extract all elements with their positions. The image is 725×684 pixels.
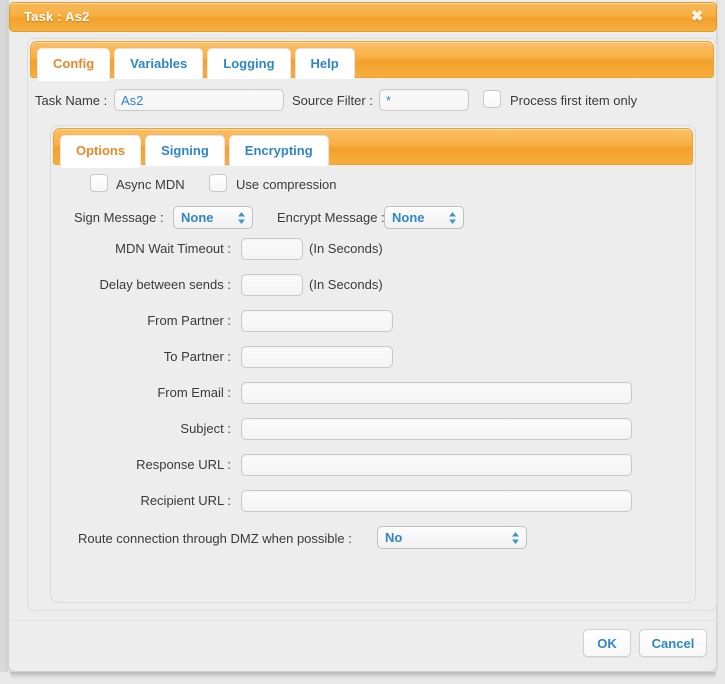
- tab-encrypting[interactable]: Encrypting: [228, 135, 329, 166]
- to-partner-input[interactable]: [241, 346, 393, 368]
- recipient-url-input[interactable]: [241, 490, 632, 512]
- sign-message-select[interactable]: None: [173, 206, 253, 229]
- tab-config[interactable]: Config: [37, 48, 111, 81]
- use-compression-label: Use compression: [236, 177, 337, 192]
- from-partner-label: From Partner :: [147, 313, 231, 328]
- window-left-edge: [0, 0, 8, 672]
- process-first-item-label: Process first item only: [510, 93, 638, 108]
- delay-between-sends-suffix: (In Seconds): [309, 277, 383, 292]
- tab-signing-label: Signing: [161, 143, 209, 158]
- from-partner-row: From Partner :: [51, 310, 697, 346]
- tab-help-label: Help: [310, 56, 339, 71]
- source-filter-input[interactable]: [379, 89, 469, 111]
- tab-options-label: Options: [76, 143, 126, 158]
- dmz-select-wrap: No: [377, 526, 527, 549]
- mdn-wait-timeout-label: MDN Wait Timeout :: [115, 241, 231, 256]
- mdn-wait-timeout-row: MDN Wait Timeout : (In Seconds): [51, 238, 697, 274]
- recipient-url-row: Recipient URL :: [51, 490, 697, 526]
- options-form: Async MDN Use compression Sign Message :…: [51, 172, 697, 562]
- async-mdn-label: Async MDN: [116, 177, 185, 192]
- task-name-input[interactable]: [114, 89, 284, 111]
- from-email-input[interactable]: [241, 382, 632, 404]
- source-filter-label: Source Filter :: [292, 93, 373, 108]
- from-email-label: From Email :: [157, 385, 231, 400]
- cancel-button[interactable]: Cancel: [639, 629, 707, 657]
- mdn-wait-timeout-suffix: (In Seconds): [309, 241, 383, 256]
- tab-config-label: Config: [53, 56, 95, 71]
- config-header-row: Task Name : Source Filter : Process firs…: [28, 85, 718, 117]
- checkbox-row: Async MDN Use compression: [51, 172, 697, 204]
- response-url-label: Response URL :: [136, 457, 231, 472]
- encrypt-message-label: Encrypt Message :: [277, 210, 385, 225]
- sign-message-select-wrap: None: [173, 206, 253, 229]
- encrypt-message-select[interactable]: None: [384, 206, 464, 229]
- subject-row: Subject :: [51, 418, 697, 454]
- subject-input[interactable]: [241, 418, 632, 440]
- from-email-row: From Email :: [51, 382, 697, 418]
- options-panel: Options Signing Encrypting Async MDN Use…: [50, 125, 696, 603]
- use-compression-checkbox[interactable]: [209, 174, 227, 192]
- tab-help[interactable]: Help: [294, 48, 355, 79]
- delay-between-sends-input[interactable]: [241, 274, 303, 296]
- tab-variables[interactable]: Variables: [114, 48, 204, 79]
- from-partner-input[interactable]: [241, 310, 393, 332]
- close-icon[interactable]: ✖: [688, 7, 706, 27]
- outer-tab-strip: Config Variables Logging Help: [30, 41, 714, 81]
- dmz-select[interactable]: No: [377, 526, 527, 549]
- task-dialog-window: Config Variables Logging Help Task Name …: [8, 0, 718, 672]
- sign-message-label: Sign Message :: [74, 210, 164, 225]
- dmz-label: Route connection through DMZ when possib…: [78, 531, 352, 546]
- tab-signing[interactable]: Signing: [145, 135, 225, 166]
- dialog-footer: OK Cancel: [9, 620, 718, 672]
- title-bar: Task : As2 ✖: [9, 2, 717, 32]
- response-url-input[interactable]: [241, 454, 632, 476]
- response-url-row: Response URL :: [51, 454, 697, 490]
- process-first-item-checkbox[interactable]: [483, 90, 501, 108]
- outer-tabs: Config Variables Logging Help: [37, 48, 355, 81]
- recipient-url-label: Recipient URL :: [140, 493, 231, 508]
- tab-encrypting-label: Encrypting: [244, 143, 313, 158]
- tab-variables-label: Variables: [130, 56, 188, 71]
- dmz-row: Route connection through DMZ when possib…: [51, 526, 697, 562]
- inner-tab-strip: Options Signing Encrypting: [53, 128, 693, 168]
- async-mdn-checkbox[interactable]: [90, 174, 108, 192]
- tab-logging[interactable]: Logging: [207, 48, 291, 79]
- subject-label: Subject :: [180, 421, 231, 436]
- tab-options[interactable]: Options: [60, 135, 142, 168]
- sign-encrypt-row: Sign Message : None Encrypt Message : No…: [51, 204, 697, 238]
- page-title: Task : As2: [24, 9, 90, 24]
- task-name-label: Task Name :: [35, 93, 108, 108]
- delay-between-sends-label: Delay between sends :: [99, 277, 231, 292]
- encrypt-message-select-wrap: None: [384, 206, 464, 229]
- mdn-wait-timeout-input[interactable]: [241, 238, 303, 260]
- delay-between-sends-row: Delay between sends : (In Seconds): [51, 274, 697, 310]
- tab-logging-label: Logging: [223, 56, 275, 71]
- to-partner-label: To Partner :: [163, 349, 231, 364]
- to-partner-row: To Partner :: [51, 346, 697, 382]
- inner-tabs: Options Signing Encrypting: [60, 135, 329, 168]
- window-bottom-shadow: [10, 672, 716, 680]
- ok-button[interactable]: OK: [583, 629, 631, 657]
- config-panel: Config Variables Logging Help Task Name …: [27, 38, 717, 611]
